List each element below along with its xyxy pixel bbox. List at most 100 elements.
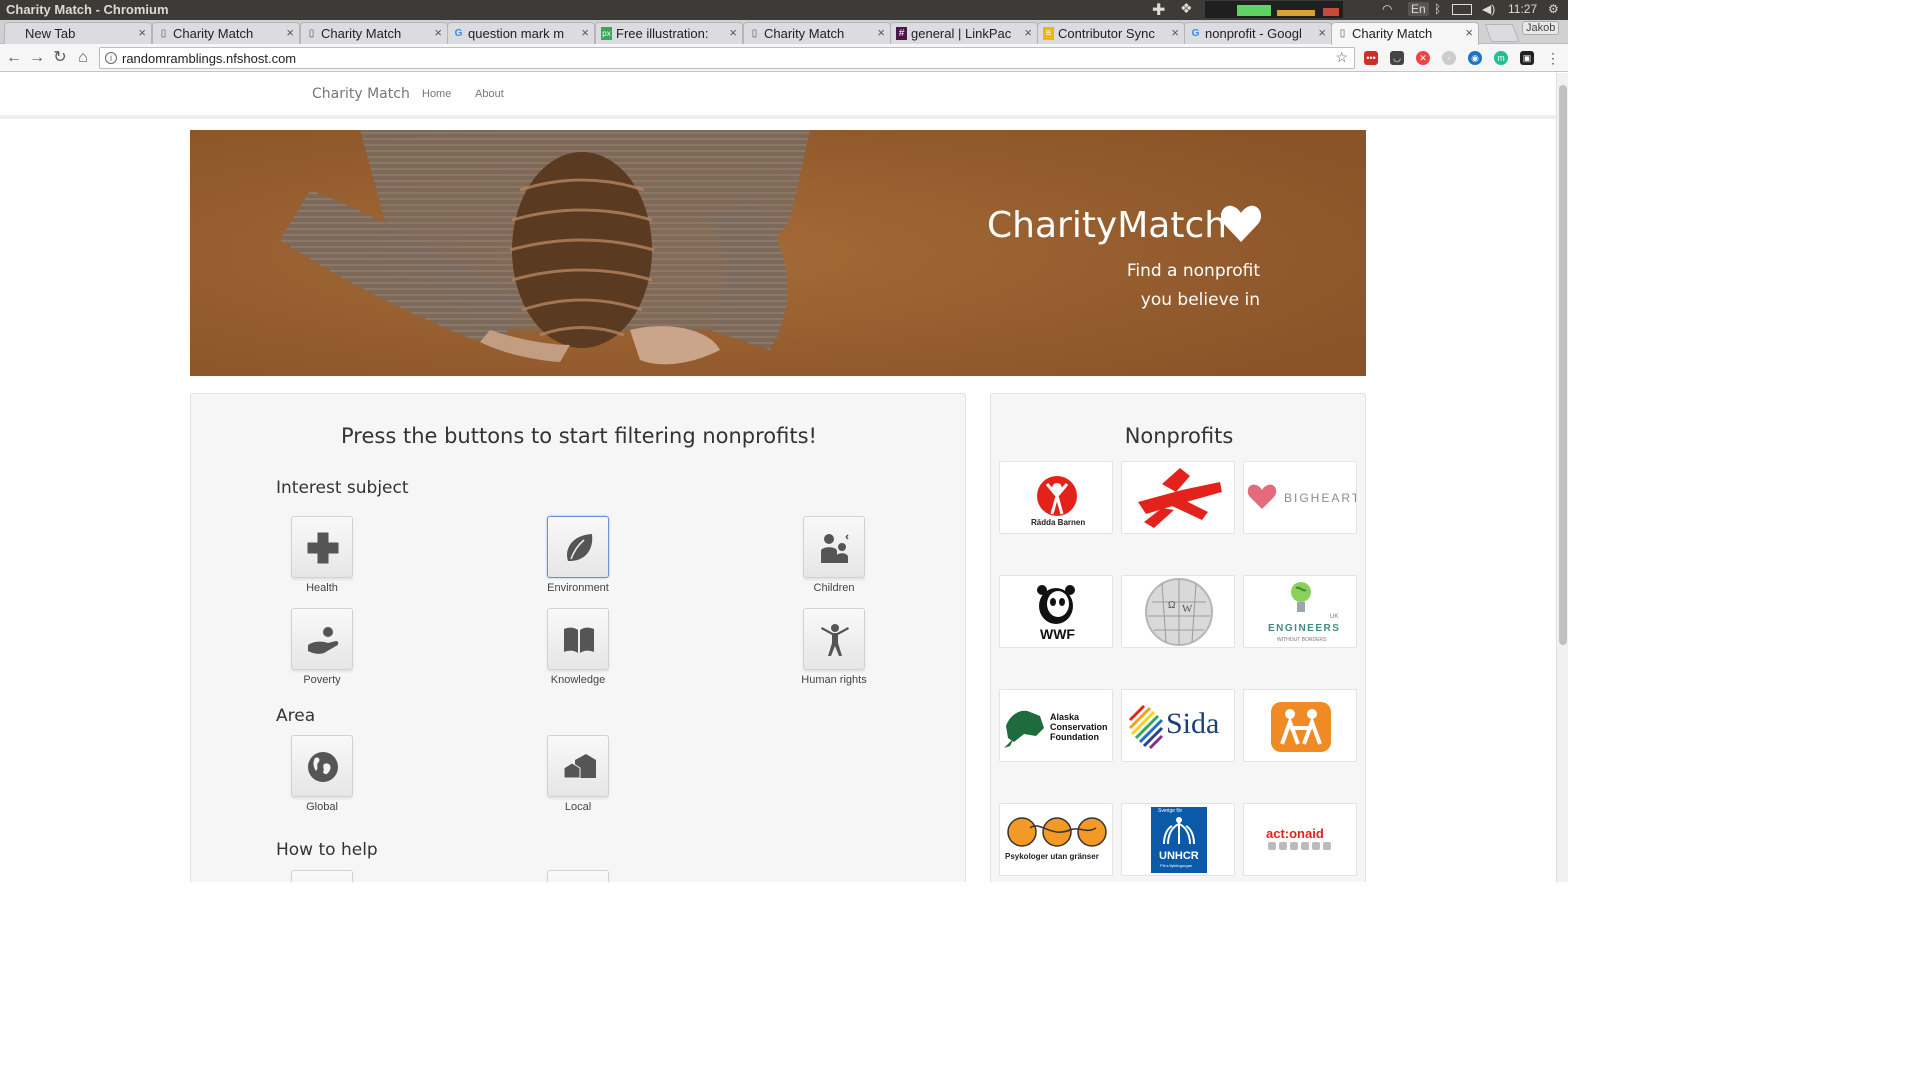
extension-m-icon[interactable]: m	[1494, 51, 1508, 65]
back-arrow-icon[interactable]: ←	[4, 48, 24, 68]
logo-sida[interactable]: Sida	[1121, 689, 1235, 762]
tab-free-illustration[interactable]: px Free illustration: ×	[595, 22, 743, 44]
area-title: Area	[276, 706, 316, 726]
extension-dark-icon[interactable]: ▣	[1520, 51, 1534, 65]
logo-msf[interactable]	[1121, 461, 1235, 534]
logo-alaska-conservation-foundation[interactable]: Alaska Conservation Foundation	[999, 689, 1113, 762]
forward-arrow-icon[interactable]: →	[27, 48, 47, 68]
pug-globes-icon	[1007, 817, 1107, 847]
filter-health-button[interactable]	[291, 516, 353, 578]
battery-icon[interactable]	[1452, 4, 1472, 15]
settings-gear-icon[interactable]: ⚙	[1548, 2, 1559, 16]
hero-pinecone-photo	[190, 130, 1366, 376]
close-icon[interactable]: ×	[138, 25, 146, 40]
nav-about[interactable]: About	[475, 88, 504, 100]
tab-title: Contributor Sync	[1058, 26, 1155, 41]
close-icon[interactable]: ×	[286, 25, 294, 40]
logo-wwf[interactable]: WWF	[999, 575, 1113, 648]
close-icon[interactable]: ×	[1024, 25, 1032, 40]
filter-help-button-1[interactable]	[291, 870, 353, 882]
acf-text: Alaska Conservation Foundation	[1050, 712, 1108, 742]
filter-human-rights-button[interactable]	[803, 608, 865, 670]
page-icon: ▯	[308, 28, 315, 39]
keyboard-lang[interactable]: En	[1408, 2, 1429, 16]
ewb-uk-text: UK	[1330, 614, 1339, 620]
bookmark-star-icon[interactable]: ☆	[1335, 49, 1348, 66]
filter-help-button-2[interactable]	[547, 870, 609, 882]
tab-linkpack[interactable]: # general | LinkPac ×	[890, 22, 1038, 44]
filter-human-rights-label: Human rights	[801, 674, 867, 686]
page-icon: ▯	[751, 28, 758, 39]
tab-charity-match[interactable]: ▯ Charity Match ×	[152, 22, 300, 44]
logo-actionaid[interactable]: act:onaid	[1243, 803, 1357, 876]
scrollbar-thumb[interactable]	[1559, 85, 1567, 645]
filter-knowledge-button[interactable]	[547, 608, 609, 670]
reload-icon[interactable]: ↻	[50, 48, 70, 68]
nonprofits-heading: Nonprofits	[1124, 424, 1234, 448]
lastpass-icon[interactable]: •••	[1364, 51, 1378, 65]
slack-icon: #	[896, 27, 907, 40]
filter-local-button[interactable]	[547, 735, 609, 797]
new-tab-button[interactable]	[1484, 24, 1520, 42]
close-icon[interactable]: ×	[581, 25, 589, 40]
address-bar[interactable]: i randomramblings.nfshost.com ☆	[99, 47, 1355, 69]
logo-radda-barnen[interactable]: Rädda Barnen	[999, 461, 1113, 534]
page-scrollbar[interactable]	[1556, 73, 1568, 882]
tab-nonprofit-search[interactable]: Gnonprofit - Googl ×	[1184, 22, 1332, 44]
how-to-help-title: How to help	[276, 840, 378, 860]
tab-charity-match-active[interactable]: ▯ Charity Match ×	[1331, 22, 1479, 45]
filter-global-button[interactable]	[291, 735, 353, 797]
bigheart-text: BIGHEART	[1284, 491, 1357, 505]
filter-children-button[interactable]	[803, 516, 865, 578]
close-icon[interactable]: ×	[1318, 25, 1326, 40]
close-icon[interactable]: ×	[434, 25, 442, 40]
volume-icon[interactable]: ◀)	[1482, 2, 1495, 16]
info-icon[interactable]: i	[105, 52, 117, 64]
tab-new-tab[interactable]: New Tab ×	[4, 22, 152, 44]
filter-environment-button[interactable]	[547, 516, 609, 578]
extension-blue-icon[interactable]: ◉	[1468, 51, 1482, 65]
tab-question-mark[interactable]: Gquestion mark m ×	[447, 22, 595, 44]
interest-subject-title: Interest subject	[276, 478, 409, 498]
heart-icon	[1220, 205, 1262, 242]
logo-sos-childrens-villages[interactable]	[1243, 689, 1357, 762]
tab-contributor-sync[interactable]: ≡ Contributor Sync ×	[1037, 22, 1185, 44]
google-icon: G	[454, 28, 463, 39]
wwf-text: WWF	[1040, 626, 1075, 642]
filter-poverty-button[interactable]	[291, 608, 353, 670]
tray-plus-icon[interactable]: ✚	[1152, 0, 1165, 20]
window-title: Charity Match - Chromium	[6, 2, 169, 17]
site-brand[interactable]: Charity Match	[312, 86, 410, 102]
filter-global-label: Global	[306, 801, 338, 813]
logo-psykologer-utan-granser[interactable]: Psykologer utan gränser	[999, 803, 1113, 876]
logo-engineers-without-borders[interactable]: UK ENGINEERS WITHOUT BORDERS	[1243, 575, 1357, 648]
close-icon[interactable]: ×	[729, 25, 737, 40]
pocket-icon[interactable]: ◡	[1390, 51, 1404, 65]
menu-icon[interactable]: ⋮	[1546, 51, 1560, 65]
globe-icon	[308, 752, 338, 782]
tab-title: New Tab	[25, 26, 76, 41]
adblock-icon[interactable]: ✕	[1416, 51, 1430, 65]
tray-dropbox-icon[interactable]: ❖	[1180, 0, 1193, 17]
sida-text: Sida	[1166, 707, 1220, 740]
unhcr-text: UNHCR	[1159, 850, 1199, 862]
logo-unhcr[interactable]: Sverige för UNHCR FN:s flyktingorgan	[1121, 803, 1235, 876]
tab-charity-match[interactable]: ▯ Charity Match ×	[743, 22, 891, 44]
children-icon	[821, 534, 849, 563]
logo-bigheart[interactable]: BIGHEART	[1243, 461, 1357, 534]
close-icon[interactable]: ×	[877, 25, 885, 40]
close-icon[interactable]: ×	[1171, 25, 1179, 40]
tab-charity-match[interactable]: ▯ Charity Match ×	[300, 22, 448, 44]
close-icon[interactable]: ×	[1465, 25, 1473, 40]
hero-subtitle-line2: you believe in	[1140, 290, 1260, 310]
home-icon[interactable]: ⌂	[73, 48, 93, 68]
sos-children-icon	[1271, 702, 1331, 752]
nav-home[interactable]: Home	[422, 88, 451, 100]
tab-strip: New Tab × ▯ Charity Match × ▯ Charity Match ×…	[0, 20, 1568, 45]
logo-wikipedia[interactable]: ΩW	[1121, 575, 1235, 648]
clock[interactable]: 11:27	[1508, 2, 1537, 16]
wifi-icon[interactable]: ◠	[1382, 2, 1392, 16]
extension-grey-icon[interactable]: ◦	[1442, 51, 1456, 65]
bluetooth-icon[interactable]: ᛒ	[1434, 2, 1441, 16]
profile-button[interactable]: Jakob	[1522, 21, 1560, 35]
